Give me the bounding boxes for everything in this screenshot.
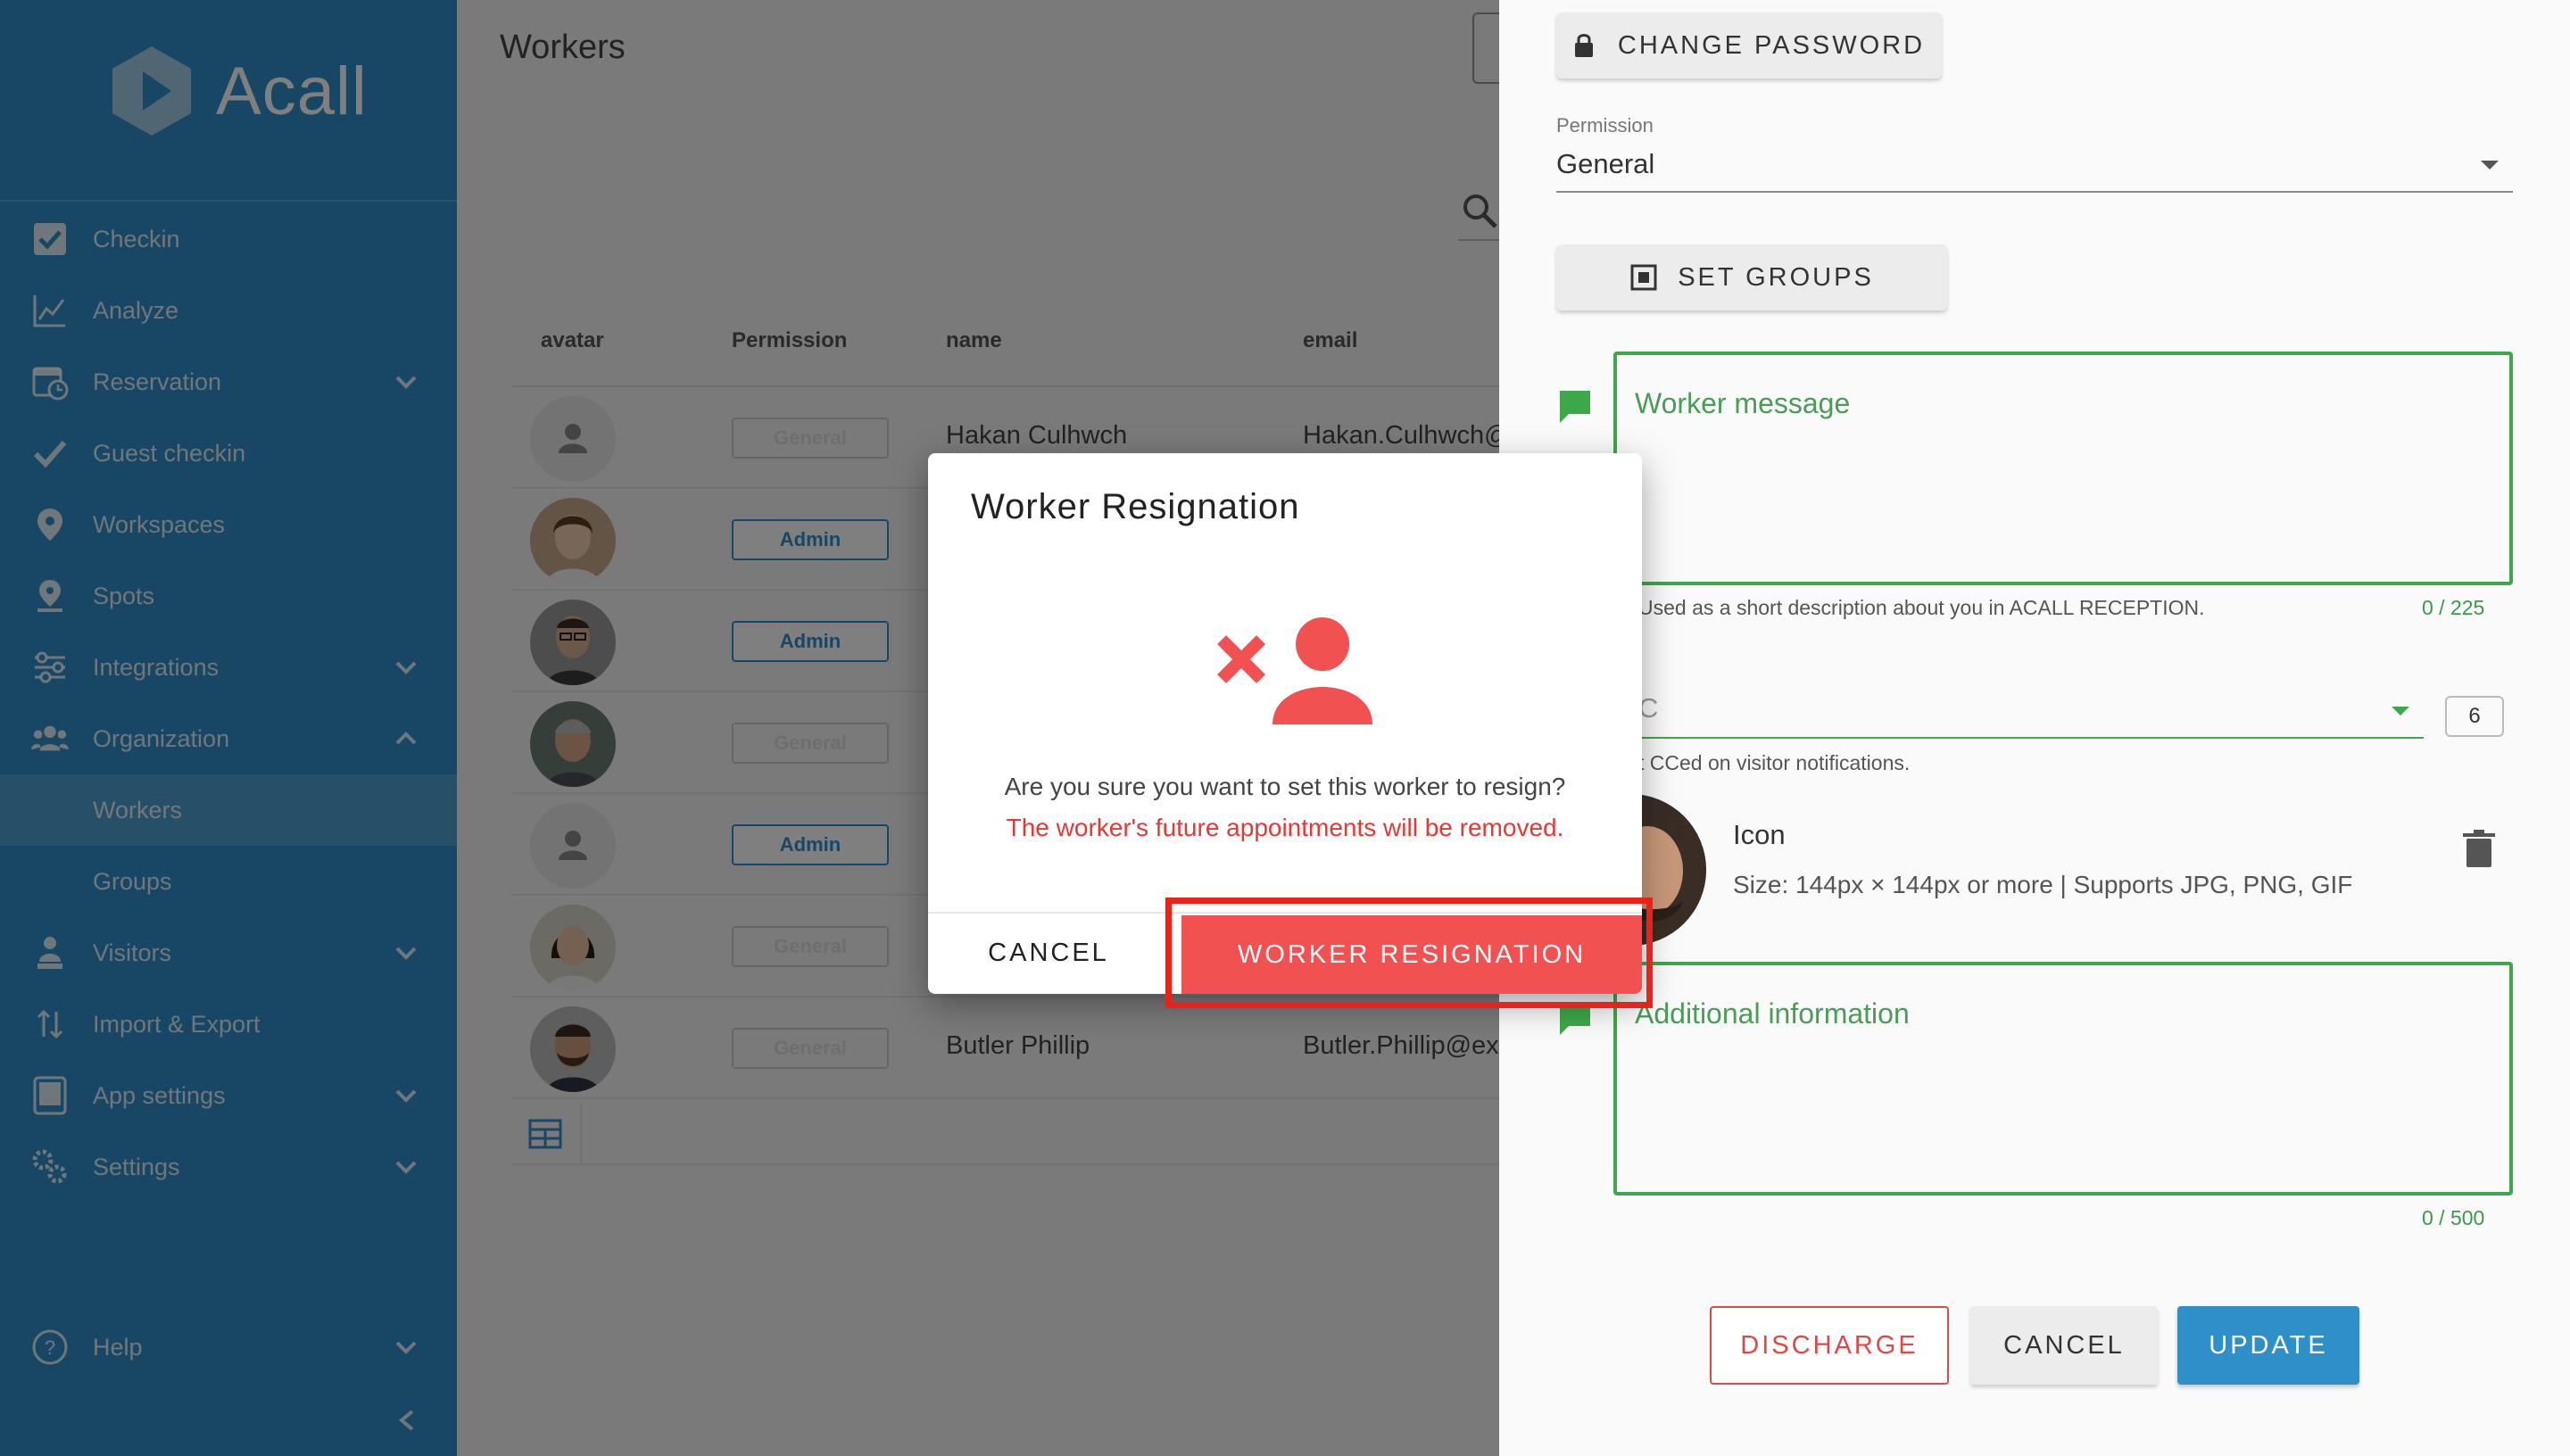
- cc-helper: t CCed on visitor notifications.: [1638, 751, 1911, 774]
- permission-underline: [1556, 191, 2513, 193]
- worker-edit-panel: CHANGE PASSWORD Permission General SET G…: [1499, 0, 2570, 1456]
- set-groups-label: SET GROUPS: [1678, 262, 1874, 292]
- additional-info-counter: 0 / 500: [2422, 1206, 2485, 1229]
- dropdown-arrow-icon[interactable]: [2388, 705, 2413, 719]
- set-groups-button[interactable]: SET GROUPS: [1556, 244, 1947, 310]
- dialog-question: Are you sure you want to set this worker…: [1004, 773, 1566, 800]
- trash-icon[interactable]: [2463, 830, 2495, 869]
- additional-info-placeholder: Additional information: [1635, 997, 1910, 1030]
- dialog-cancel-button[interactable]: CANCEL: [955, 917, 1142, 989]
- highlight-box: [1165, 898, 1653, 1008]
- dialog-title: Worker Resignation: [971, 487, 1300, 526]
- discharge-button[interactable]: DISCHARGE: [1710, 1306, 1949, 1385]
- panel-cancel-button[interactable]: CANCEL: [1970, 1306, 2158, 1385]
- remove-user-icon: [1217, 617, 1372, 724]
- cc-underline: [1638, 737, 2424, 739]
- additional-info-textarea[interactable]: Additional information: [1613, 962, 2513, 1195]
- change-password-label: CHANGE PASSWORD: [1617, 30, 1926, 60]
- message-icon: [1560, 391, 1590, 423]
- permission-select[interactable]: General: [1556, 148, 1654, 180]
- permission-label: Permission: [1556, 114, 1654, 136]
- dialog-warning: The worker's future appointments will be…: [1006, 814, 1564, 841]
- cc-count-badge: 6: [2445, 696, 2504, 737]
- worker-message-counter: 0 / 225: [2422, 596, 2485, 619]
- change-password-button[interactable]: CHANGE PASSWORD: [1556, 12, 1942, 79]
- worker-message-helper: Used as a short description about you in…: [1638, 596, 2205, 619]
- worker-message-textarea[interactable]: Worker message: [1613, 352, 2513, 585]
- lock-icon: [1574, 34, 1593, 57]
- update-button[interactable]: UPDATE: [2177, 1306, 2359, 1385]
- icon-title: Icon: [1733, 819, 1786, 850]
- group-select-icon: [1630, 264, 1657, 291]
- dropdown-arrow-icon[interactable]: [2477, 157, 2502, 173]
- worker-message-placeholder: Worker message: [1635, 387, 1851, 419]
- icon-subtitle: Size: 144px × 144px or more | Supports J…: [1733, 871, 2353, 898]
